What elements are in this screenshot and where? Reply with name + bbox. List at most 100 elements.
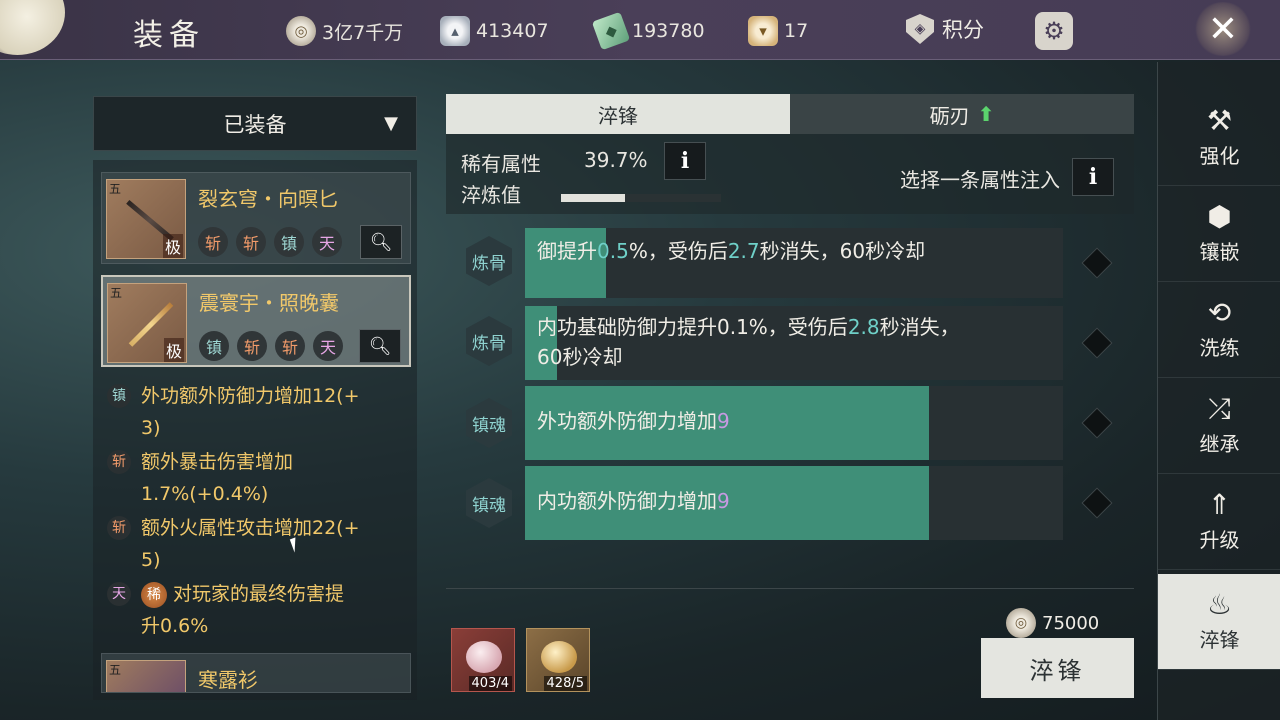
points-label: 积分 xyxy=(942,18,984,42)
select-diamond[interactable] xyxy=(1081,487,1113,519)
resource-jade[interactable]: ◆ 193780 xyxy=(591,11,705,51)
option-text: 御提升0.5%，受伤后2.7秒消失，60秒冷却 xyxy=(525,228,1063,274)
close-icon: ✕ xyxy=(1207,8,1239,50)
option-num: 9 xyxy=(717,409,730,433)
nav-item-refine[interactable]: ♨ 淬锋 xyxy=(1158,574,1280,670)
attribute-text-cont: 升0.6% xyxy=(141,615,209,637)
dropdown-label: 已装备 xyxy=(223,112,287,137)
right-nav: ⚒ 强化 ⬢ 镶嵌 ⟲ 洗练 ⤮ 继承 ⇑ 升级 ♨ 淬锋 xyxy=(1157,62,1280,720)
nav-item-inlay[interactable]: ⬢ 镶嵌 xyxy=(1158,186,1280,282)
attribute-text: 额外火属性攻击增加22(+ xyxy=(141,517,360,539)
info-icon: i xyxy=(680,148,690,174)
item-tags: 斩 斩 镇 天 xyxy=(198,227,342,257)
nav-label: 继承 xyxy=(1199,432,1240,456)
option-bar[interactable]: 外功额外防御力增加9 xyxy=(525,386,1063,460)
option-num: 9 xyxy=(717,489,730,513)
divider xyxy=(446,588,1134,589)
nav-item-upgrade[interactable]: ⇑ 升级 xyxy=(1158,474,1280,570)
option-bar[interactable]: 御提升0.5%，受伤后2.7秒消失，60秒冷却 xyxy=(525,228,1063,298)
tag-badge: 镇 xyxy=(199,331,229,361)
tag-badge: 斩 xyxy=(237,331,267,361)
item-name: 裂玄穹・向暝匕 xyxy=(198,187,338,211)
nav-item-reroll[interactable]: ⟲ 洗练 xyxy=(1158,282,1280,378)
select-diamond[interactable] xyxy=(1081,407,1113,439)
option-text-b: 秒消失， xyxy=(879,315,960,339)
option-bar[interactable]: 内功额外防御力增加9 xyxy=(525,466,1063,540)
material-slot-crystal[interactable]: 403/4 xyxy=(451,628,515,692)
tab-label: 淬锋 xyxy=(598,103,638,128)
item-thumbnail: 五 极 xyxy=(106,179,186,259)
material-slot-gold[interactable]: 428/5 xyxy=(526,628,590,692)
attribute-badge: 斩 xyxy=(107,516,131,540)
upgrade-icon: ⇑ xyxy=(1207,488,1232,521)
crystal-orb-icon xyxy=(466,641,502,673)
item-thumbnail: 五 xyxy=(106,660,186,692)
refine-tabs: 淬锋 砺刃 ⬆ xyxy=(446,94,1134,134)
equipment-card[interactable]: 五 极 裂玄穹・向暝匕 斩 斩 镇 天 🔍︎ xyxy=(101,172,411,264)
option-badge: 镇魂 xyxy=(466,478,512,528)
item-tags: 镇 斩 斩 天 xyxy=(199,331,343,361)
option-text: 内功额外防御力增加9 xyxy=(525,466,1063,524)
item-thumbnail: 五 极 xyxy=(107,283,187,363)
option-text-c: 60秒冷却 xyxy=(537,345,623,369)
settings-icon[interactable]: ⚙ xyxy=(1035,12,1073,50)
item-tier: 极 xyxy=(163,338,184,362)
nav-label: 强化 xyxy=(1199,144,1240,168)
option-text-a: 外功额外防御力增加 xyxy=(537,409,717,433)
rare-info-button[interactable]: i xyxy=(664,142,706,180)
select-diamond[interactable] xyxy=(1081,247,1113,279)
equipped-filter-dropdown[interactable]: 已装备 ▼ xyxy=(93,96,417,151)
resource-value: 17 xyxy=(784,20,809,42)
refine-header: 稀有属性 39.7% i 淬炼值 选择一条属性注入 i xyxy=(446,134,1134,214)
resource-ticket[interactable]: ▾ 17 xyxy=(748,14,808,48)
attribute-badge: 镇 xyxy=(107,384,131,408)
tag-badge: 斩 xyxy=(198,227,228,257)
choose-info-button[interactable]: i xyxy=(1072,158,1114,196)
attribute-line: 斩 额外暴击伤害增加 1.7%(+0.4%) xyxy=(107,446,409,510)
close-button[interactable]: ✕ xyxy=(1188,0,1258,58)
tab-refine[interactable]: 淬锋 xyxy=(446,94,790,134)
nav-label: 升级 xyxy=(1199,528,1240,552)
option-bar[interactable]: 内功基础防御力提升0.1%，受伤后2.8秒消失， 60秒冷却 xyxy=(525,306,1063,380)
attribute-text-cont: 3) xyxy=(141,417,161,439)
material-count: 403/4 xyxy=(468,676,512,691)
points-button[interactable]: ◈ 积分 xyxy=(906,14,984,44)
option-num2: 2.7 xyxy=(727,239,760,263)
option-num: 0.5 xyxy=(597,239,629,263)
cost-value: 75000 xyxy=(1042,612,1100,634)
equipment-card[interactable]: 五 寒露衫 xyxy=(101,653,411,693)
option-text-a: 御提升 xyxy=(537,239,597,263)
resource-value: 413407 xyxy=(476,20,549,42)
inspect-button[interactable]: 🔍︎ xyxy=(360,225,402,259)
item-grade: 五 xyxy=(110,286,123,300)
attribute-text: 外功额外防御力增加12(+ xyxy=(141,385,360,407)
attribute-line: 天 稀对玩家的最终伤害提 升0.6% xyxy=(107,578,409,642)
nav-item-inherit[interactable]: ⤮ 继承 xyxy=(1158,378,1280,474)
option-text-a: 内功额外防御力增加 xyxy=(537,489,717,513)
rare-attribute-value: 39.7% xyxy=(584,148,648,172)
tab-sharpen[interactable]: 砺刃 ⬆ xyxy=(790,94,1134,134)
equipment-card-selected[interactable]: 五 极 震寰宇・照晚囊 镇 斩 斩 天 🔍︎ xyxy=(101,275,411,367)
select-diamond[interactable] xyxy=(1081,327,1113,359)
attribute-text: 额外暴击伤害增加 xyxy=(141,451,294,473)
item-tier: 极 xyxy=(162,234,183,258)
coin-icon: ◎ xyxy=(286,16,316,46)
refine-button-label: 淬锋 xyxy=(1029,656,1086,685)
resource-coin[interactable]: ◎ 3亿7千万 xyxy=(286,14,403,48)
attribute-badge: 斩 xyxy=(107,450,131,474)
attribute-text-cont: 1.7%(+0.4%) xyxy=(141,483,269,505)
gem-icon: ⬢ xyxy=(1207,200,1232,233)
shield-icon: ◈ xyxy=(906,14,934,44)
refine-cost: ◎ 75000 xyxy=(1006,608,1099,638)
nav-label: 洗练 xyxy=(1199,336,1240,360)
item-grade: 五 xyxy=(109,663,122,677)
resource-silver[interactable]: ▴ 413407 xyxy=(440,14,549,48)
refine-button[interactable]: 淬锋 xyxy=(981,638,1134,698)
option-text: 外功额外防御力增加9 xyxy=(525,386,1063,444)
material-count: 428/5 xyxy=(543,676,587,691)
nav-item-strengthen[interactable]: ⚒ 强化 xyxy=(1158,90,1280,186)
attribute-line: 镇 外功额外防御力增加12(+ 3) xyxy=(107,380,409,444)
screen-title: 装备 xyxy=(133,18,205,53)
choose-attribute-label: 选择一条属性注入 xyxy=(900,168,1060,192)
inspect-button[interactable]: 🔍︎ xyxy=(359,329,401,363)
